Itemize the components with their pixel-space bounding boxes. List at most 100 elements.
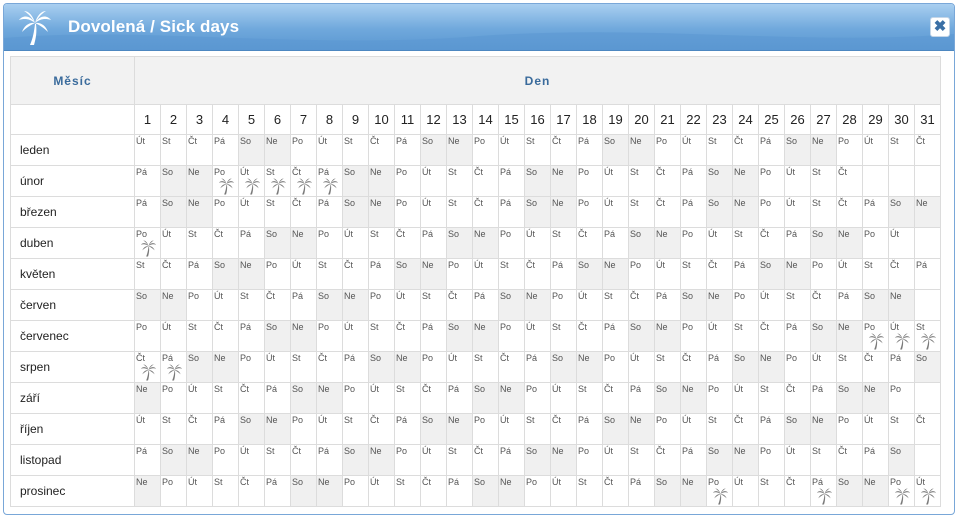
day-cell[interactable]: St [732,227,759,259]
day-cell[interactable]: Ne [472,227,499,259]
day-cell[interactable]: Po [420,351,447,383]
day-cell[interactable]: St [212,382,239,414]
day-cell[interactable]: Pá [472,289,499,321]
day-cell[interactable]: Po [888,382,915,414]
day-cell[interactable]: Po [758,165,785,197]
day-cell[interactable]: Pá [420,320,447,352]
day-cell[interactable]: Po [810,258,837,290]
day-cell[interactable]: Ne [212,351,239,383]
day-cell[interactable]: Čt [706,258,733,290]
day-cell[interactable]: Čt [446,289,473,321]
day-cell[interactable]: Pá [914,258,941,290]
day-cell[interactable]: Pá [498,444,525,476]
day-cell[interactable]: Ne [654,320,681,352]
day-cell[interactable]: Čt [550,134,577,166]
day-cell[interactable]: Pá [290,289,317,321]
day-cell[interactable]: Po [212,196,239,228]
day-cell[interactable]: So [888,444,915,476]
day-cell[interactable]: Út [706,320,733,352]
day-cell[interactable]: Út [680,413,707,445]
day-cell[interactable]: St [394,382,421,414]
day-cell[interactable]: Út [888,227,915,259]
day-cell[interactable]: St [784,289,811,321]
day-cell[interactable]: Pá [810,475,837,507]
day-cell[interactable]: Út [602,196,629,228]
day-cell[interactable]: St [914,320,941,352]
day-cell[interactable]: St [446,196,473,228]
day-cell[interactable]: Út [732,475,759,507]
day-cell[interactable]: Po [576,165,603,197]
day-cell[interactable]: So [420,134,447,166]
day-cell[interactable]: Po [472,413,499,445]
day-cell[interactable]: Pá [576,413,603,445]
close-button[interactable]: ✖ [930,17,950,37]
day-cell[interactable]: Pá [368,258,395,290]
day-cell[interactable]: So [342,196,369,228]
day-cell[interactable]: Pá [680,444,707,476]
day-cell[interactable]: Po [342,382,369,414]
day-cell[interactable]: St [134,258,161,290]
day-cell[interactable]: Út [316,134,343,166]
day-cell[interactable]: Po [680,227,707,259]
day-cell[interactable]: Po [316,227,343,259]
day-cell[interactable]: Út [472,258,499,290]
day-cell[interactable]: St [524,134,551,166]
day-cell[interactable]: Po [836,134,863,166]
day-cell[interactable]: St [576,382,603,414]
day-cell[interactable]: Ne [836,227,863,259]
day-cell[interactable]: So [654,382,681,414]
day-cell[interactable]: Čt [888,258,915,290]
day-cell[interactable]: St [498,258,525,290]
day-cell[interactable]: Ne [758,351,785,383]
day-cell[interactable]: Út [134,134,161,166]
day-cell[interactable]: Út [446,351,473,383]
day-cell[interactable]: Út [498,134,525,166]
day-cell[interactable]: Ne [810,134,837,166]
day-cell[interactable]: Út [706,227,733,259]
day-cell[interactable]: So [342,444,369,476]
day-cell[interactable]: Čt [732,134,759,166]
day-cell[interactable]: Čt [576,227,603,259]
day-cell[interactable]: Čt [316,351,343,383]
day-cell[interactable]: Út [186,382,213,414]
day-cell[interactable]: Ne [862,475,889,507]
day-cell[interactable]: Čt [498,351,525,383]
day-cell[interactable]: St [706,413,733,445]
day-cell[interactable]: Ne [680,382,707,414]
day-cell[interactable]: Po [784,351,811,383]
day-cell[interactable]: Pá [446,382,473,414]
day-cell[interactable]: Čt [654,196,681,228]
day-cell[interactable]: So [550,351,577,383]
day-cell[interactable]: Čt [238,475,265,507]
day-cell[interactable]: Po [394,196,421,228]
day-cell[interactable]: Po [316,320,343,352]
day-cell[interactable]: Čt [134,351,161,383]
day-cell[interactable]: Po [888,475,915,507]
day-cell[interactable]: Čt [784,475,811,507]
day-cell[interactable]: Út [602,165,629,197]
day-cell[interactable]: Út [888,320,915,352]
day-cell[interactable]: Čt [758,227,785,259]
day-cell[interactable]: Út [420,444,447,476]
day-cell[interactable]: Po [498,320,525,352]
day-cell[interactable]: So [914,351,941,383]
day-cell[interactable]: So [316,289,343,321]
day-cell[interactable]: Pá [602,320,629,352]
day-cell[interactable]: Ne [368,165,395,197]
day-cell[interactable]: So [160,196,187,228]
day-cell[interactable]: Čt [420,382,447,414]
day-cell[interactable]: Ne [186,165,213,197]
day-cell[interactable]: Čt [862,351,889,383]
day-cell[interactable]: Út [160,320,187,352]
day-cell[interactable]: Čt [264,289,291,321]
day-cell[interactable]: So [368,351,395,383]
day-cell[interactable]: Út [810,351,837,383]
day-cell[interactable]: Pá [628,475,655,507]
day-cell[interactable]: Pá [212,134,239,166]
day-cell[interactable]: Ne [732,196,759,228]
day-cell[interactable]: St [576,475,603,507]
day-cell[interactable]: Po [368,289,395,321]
day-cell[interactable]: St [654,351,681,383]
day-cell[interactable]: So [160,165,187,197]
day-cell[interactable]: Pá [186,258,213,290]
